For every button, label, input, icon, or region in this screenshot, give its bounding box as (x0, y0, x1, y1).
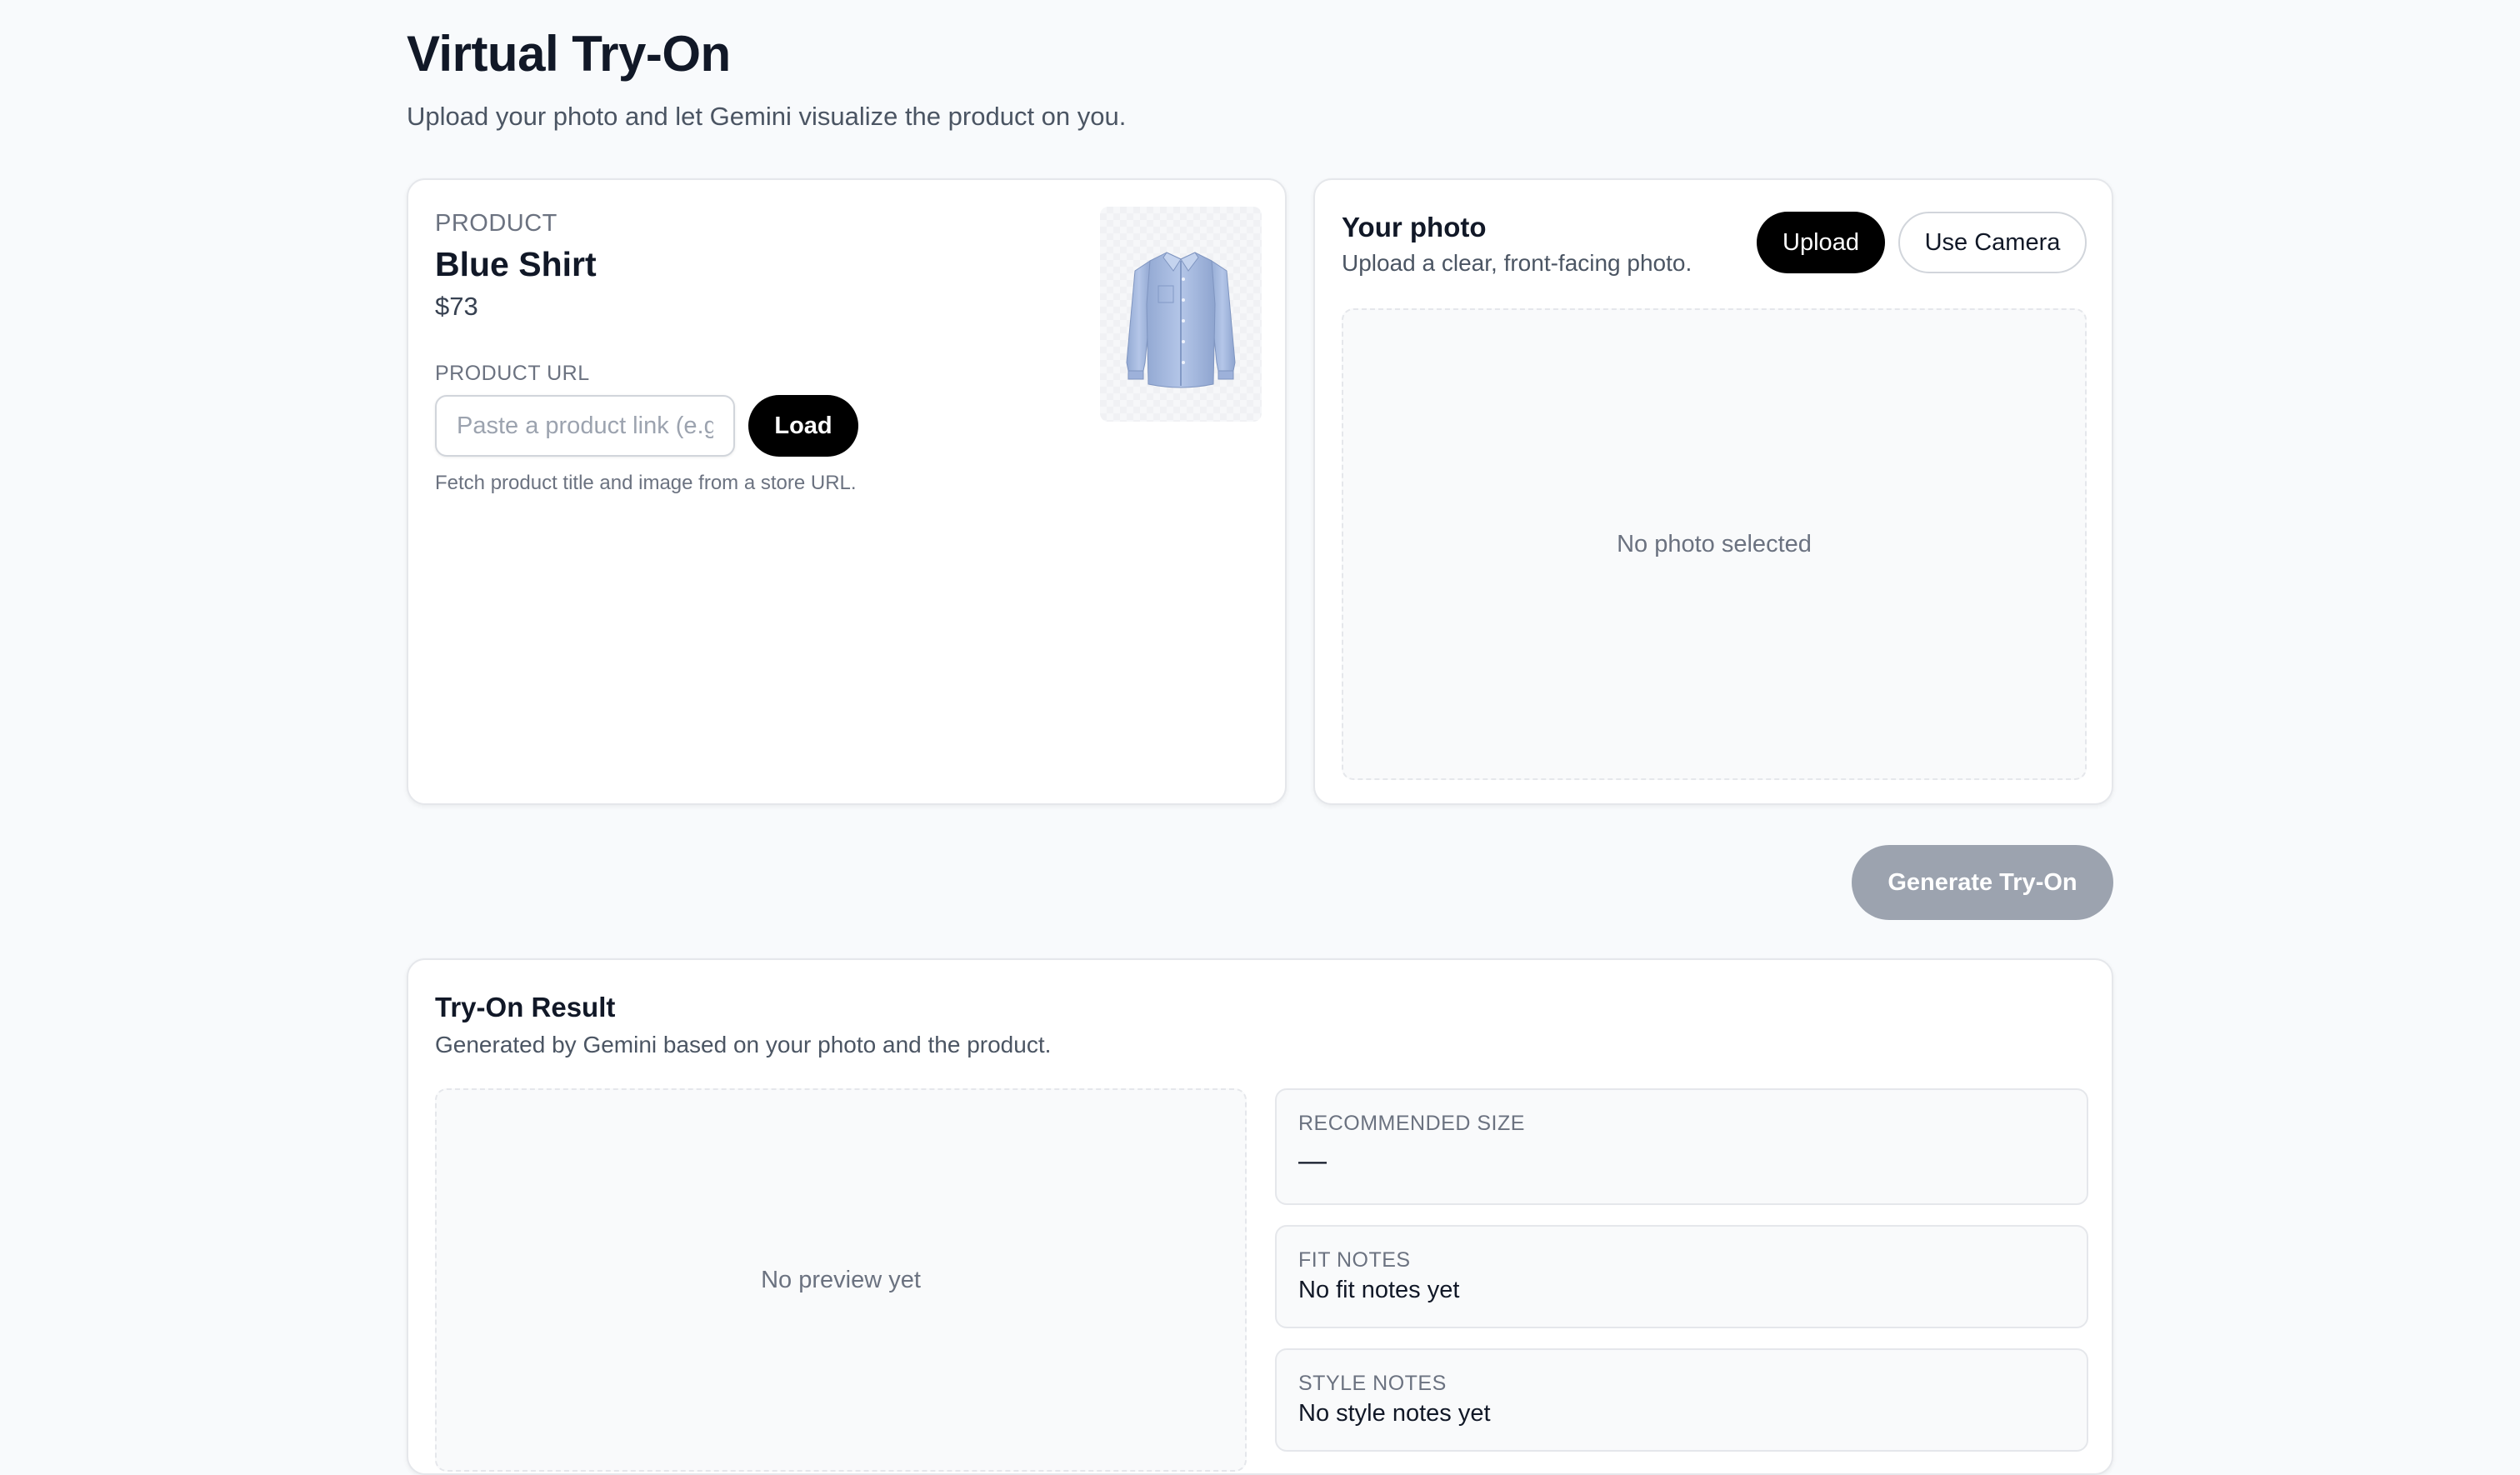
fit-notes-label: FIT NOTES (1298, 1248, 1411, 1272)
recommended-size-label: RECOMMENDED SIZE (1298, 1112, 1525, 1135)
style-notes-label: STYLE NOTES (1298, 1372, 1447, 1395)
result-title: Try-On Result (435, 992, 616, 1022)
product-name: Blue Shirt (435, 245, 597, 283)
preview-empty-text: No preview yet (761, 1266, 921, 1293)
photo-dropzone[interactable]: No photo selected (1342, 308, 2087, 780)
recommended-size-box: RECOMMENDED SIZE — (1275, 1088, 2088, 1205)
product-card: PRODUCT Blue Shirt $73 PRODUCT URL Load … (407, 178, 1287, 805)
photo-subtitle: Upload a clear, front-facing photo. (1342, 250, 1692, 276)
product-url-input[interactable] (435, 395, 735, 457)
product-url-help: Fetch product title and image from a sto… (435, 472, 857, 494)
fit-notes-value: No fit notes yet (1298, 1277, 1460, 1303)
upload-button[interactable]: Upload (1757, 212, 1885, 273)
shirt-icon (1126, 252, 1236, 388)
photo-empty-text: No photo selected (1617, 530, 1812, 558)
product-price: $73 (435, 292, 478, 321)
style-notes-value: No style notes yet (1298, 1400, 1491, 1427)
result-subtitle: Generated by Gemini based on your photo … (435, 1032, 1052, 1058)
photo-title: Your photo (1342, 212, 1487, 242)
result-preview: No preview yet (435, 1088, 1247, 1472)
use-camera-button[interactable]: Use Camera (1898, 212, 2087, 273)
load-button[interactable]: Load (748, 395, 858, 457)
product-section-label: PRODUCT (435, 210, 558, 237)
fit-notes-box: FIT NOTES No fit notes yet (1275, 1225, 2088, 1328)
product-image (1100, 207, 1262, 422)
page-title: Virtual Try-On (407, 26, 731, 82)
photo-card: Your photo Upload a clear, front-facing … (1313, 178, 2113, 805)
result-card: Try-On Result Generated by Gemini based … (407, 958, 2113, 1475)
generate-tryon-button[interactable]: Generate Try-On (1852, 845, 2113, 920)
recommended-size-value: — (1298, 1145, 1327, 1177)
style-notes-box: STYLE NOTES No style notes yet (1275, 1348, 2088, 1452)
product-url-label: PRODUCT URL (435, 362, 590, 385)
page-subtitle: Upload your photo and let Gemini visuali… (407, 102, 1127, 131)
